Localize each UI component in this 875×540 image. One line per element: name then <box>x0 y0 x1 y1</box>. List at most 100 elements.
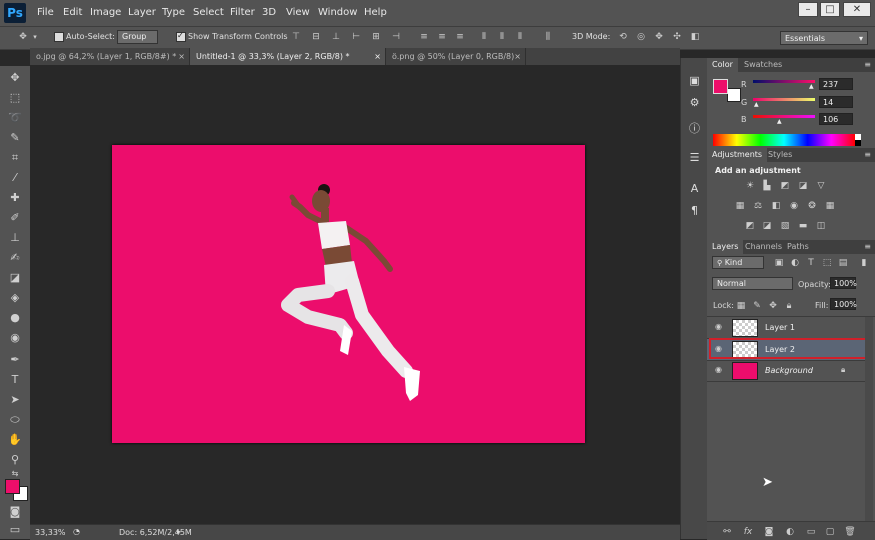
lock-position-icon[interactable]: ✥ <box>767 301 779 311</box>
tab-o-jpg[interactable]: o.jpg @ 64,2% (Layer 1, RGB/8#) * × <box>30 48 190 65</box>
invert-icon[interactable]: ◩ <box>744 221 756 231</box>
align-top-icon[interactable]: ⊤ <box>290 32 302 42</box>
channel-mixer-icon[interactable]: ❂ <box>806 201 818 211</box>
filter-toggle-icon[interactable]: ▮ <box>858 258 870 268</box>
history-panel-icon[interactable]: ▣ <box>688 74 701 87</box>
slider-thumb-icon[interactable]: ▲ <box>809 83 814 90</box>
actions-panel-icon[interactable]: ⚙ <box>688 96 701 109</box>
show-transform-checkbox[interactable]: ✓ <box>176 31 186 42</box>
layer-row-background[interactable]: ◉ Background 🔒︎ <box>707 360 865 382</box>
color-lookup-icon[interactable]: ▦ <box>824 201 836 211</box>
tab-styles[interactable]: Styles <box>763 148 797 162</box>
r-slider[interactable] <box>753 80 815 83</box>
g-slider[interactable] <box>753 98 815 101</box>
properties-panel-icon[interactable]: ☰ <box>688 151 701 164</box>
menu-view[interactable]: View <box>286 7 310 18</box>
distribute-right-icon[interactable]: ⦀ <box>514 32 526 42</box>
layer-row-layer-1[interactable]: ◉ Layer 1 <box>707 317 865 339</box>
filter-shape-icon[interactable]: ⬚ <box>821 258 833 268</box>
blur-tool-icon[interactable]: ● <box>6 310 24 326</box>
close-icon[interactable]: × <box>374 48 381 65</box>
posterize-icon[interactable]: ◪ <box>761 221 773 231</box>
tab-channels[interactable]: Channels <box>740 240 787 254</box>
close-icon[interactable]: × <box>178 48 185 65</box>
levels-icon[interactable]: ▙ <box>761 181 773 191</box>
align-left-icon[interactable]: ⊢ <box>350 32 362 42</box>
distribute-vcenter-icon[interactable]: ≡ <box>436 32 448 42</box>
eraser-tool-icon[interactable]: ◪ <box>6 270 24 286</box>
workspace-dropdown[interactable]: Essentials ▾ <box>780 31 868 45</box>
filter-pixel-icon[interactable]: ▣ <box>773 258 785 268</box>
healing-brush-tool-icon[interactable]: ✚ <box>6 190 24 206</box>
3d-pan-icon[interactable]: ✥ <box>653 32 665 42</box>
auto-select-dropdown[interactable]: Group <box>117 30 158 44</box>
black-swatch[interactable] <box>855 140 861 146</box>
add-mask-icon[interactable]: ◙ <box>763 527 775 537</box>
chevron-down-icon[interactable]: ▾ <box>29 32 41 42</box>
r-value-field[interactable]: 237 <box>819 78 853 90</box>
new-adjustment-icon[interactable]: ◐ <box>784 527 796 537</box>
fill-field[interactable]: 100% <box>830 298 857 310</box>
path-selection-tool-icon[interactable]: ➤ <box>6 392 24 408</box>
3d-scale-icon[interactable]: ◧ <box>689 32 701 42</box>
tab-paths[interactable]: Paths <box>782 240 814 254</box>
eye-icon[interactable]: ◉ <box>715 323 725 331</box>
clone-stamp-tool-icon[interactable]: ⊥ <box>6 230 24 246</box>
curves-icon[interactable]: ◩ <box>779 181 791 191</box>
quick-selection-tool-icon[interactable]: ✎ <box>6 130 24 146</box>
g-value-field[interactable]: 14 <box>819 96 853 108</box>
distribute-bottom-icon[interactable]: ≡ <box>454 32 466 42</box>
lasso-tool-icon[interactable]: ➰ <box>6 110 24 126</box>
filter-type-icon[interactable]: T <box>805 258 817 268</box>
tab-adjustments[interactable]: Adjustments <box>707 148 768 162</box>
filter-smart-object-icon[interactable]: ▤ <box>837 258 849 268</box>
link-layers-icon[interactable]: ⚯ <box>721 527 733 537</box>
3d-slide-icon[interactable]: ✣ <box>671 32 683 42</box>
3d-roll-icon[interactable]: ◎ <box>635 32 647 42</box>
color-foreground-swatch[interactable] <box>713 79 728 94</box>
tab-color[interactable]: Color <box>707 58 738 72</box>
layer-filter-dropdown[interactable]: ⚲ Kind <box>712 256 764 269</box>
gradient-map-icon[interactable]: ▬ <box>797 221 809 231</box>
b-value-field[interactable]: 106 <box>819 113 853 125</box>
align-right-icon[interactable]: ⊣ <box>390 32 402 42</box>
auto-select-checkbox[interactable] <box>54 32 64 42</box>
slider-thumb-icon[interactable]: ▲ <box>777 118 782 125</box>
paragraph-panel-icon[interactable]: ¶ <box>688 204 701 217</box>
distribute-top-icon[interactable]: ≡ <box>418 32 430 42</box>
menu-window[interactable]: Window <box>318 7 357 18</box>
vibrance-icon[interactable]: ▽ <box>815 181 827 191</box>
info-panel-icon[interactable]: ⓘ <box>688 122 701 135</box>
dodge-tool-icon[interactable]: ◉ <box>6 330 24 346</box>
menu-filter[interactable]: Filter <box>230 7 255 18</box>
maximize-button[interactable]: □ <box>820 2 840 17</box>
brightness-contrast-icon[interactable]: ☀ <box>744 181 756 191</box>
paint-bucket-tool-icon[interactable]: ◈ <box>6 290 24 306</box>
document-canvas[interactable] <box>112 145 585 443</box>
distribute-hcenter-icon[interactable]: ⦀ <box>496 32 508 42</box>
opacity-field[interactable]: 100% <box>830 277 857 289</box>
brush-tool-icon[interactable]: ✐ <box>6 210 24 226</box>
quick-mask-icon[interactable]: ◙ <box>6 504 24 520</box>
zoom-level[interactable]: 33,33% <box>35 528 66 537</box>
delete-layer-icon[interactable]: 🗑︎ <box>844 527 856 537</box>
foreground-color-swatch[interactable] <box>5 479 20 494</box>
distribute-left-icon[interactable]: ⦀ <box>478 32 490 42</box>
menu-type[interactable]: Type <box>162 7 185 18</box>
tab-o-png[interactable]: ö.png @ 50% (Layer 0, RGB/8) × <box>386 48 526 65</box>
align-hcenter-icon[interactable]: ⊞ <box>370 32 382 42</box>
menu-file[interactable]: File <box>37 7 54 18</box>
tab-untitled-1[interactable]: Untitled-1 @ 33,3% (Layer 2, RGB/8) * × <box>190 48 386 65</box>
pen-tool-icon[interactable]: ✒ <box>6 352 24 368</box>
layers-scrollbar[interactable] <box>865 317 873 522</box>
slider-thumb-icon[interactable]: ▲ <box>754 101 759 108</box>
history-brush-tool-icon[interactable]: ✍ <box>6 250 24 266</box>
ellipse-tool-icon[interactable]: ⬭ <box>6 412 24 428</box>
status-info-icon[interactable]: ◔ <box>73 527 80 536</box>
fx-icon[interactable]: fx <box>742 527 754 537</box>
move-tool-icon[interactable]: ✥ <box>6 70 24 86</box>
lock-pixels-icon[interactable]: ✎ <box>751 301 763 311</box>
tab-layers[interactable]: Layers <box>707 240 744 254</box>
menu-edit[interactable]: Edit <box>63 7 82 18</box>
color-spectrum-bar[interactable] <box>713 134 855 146</box>
